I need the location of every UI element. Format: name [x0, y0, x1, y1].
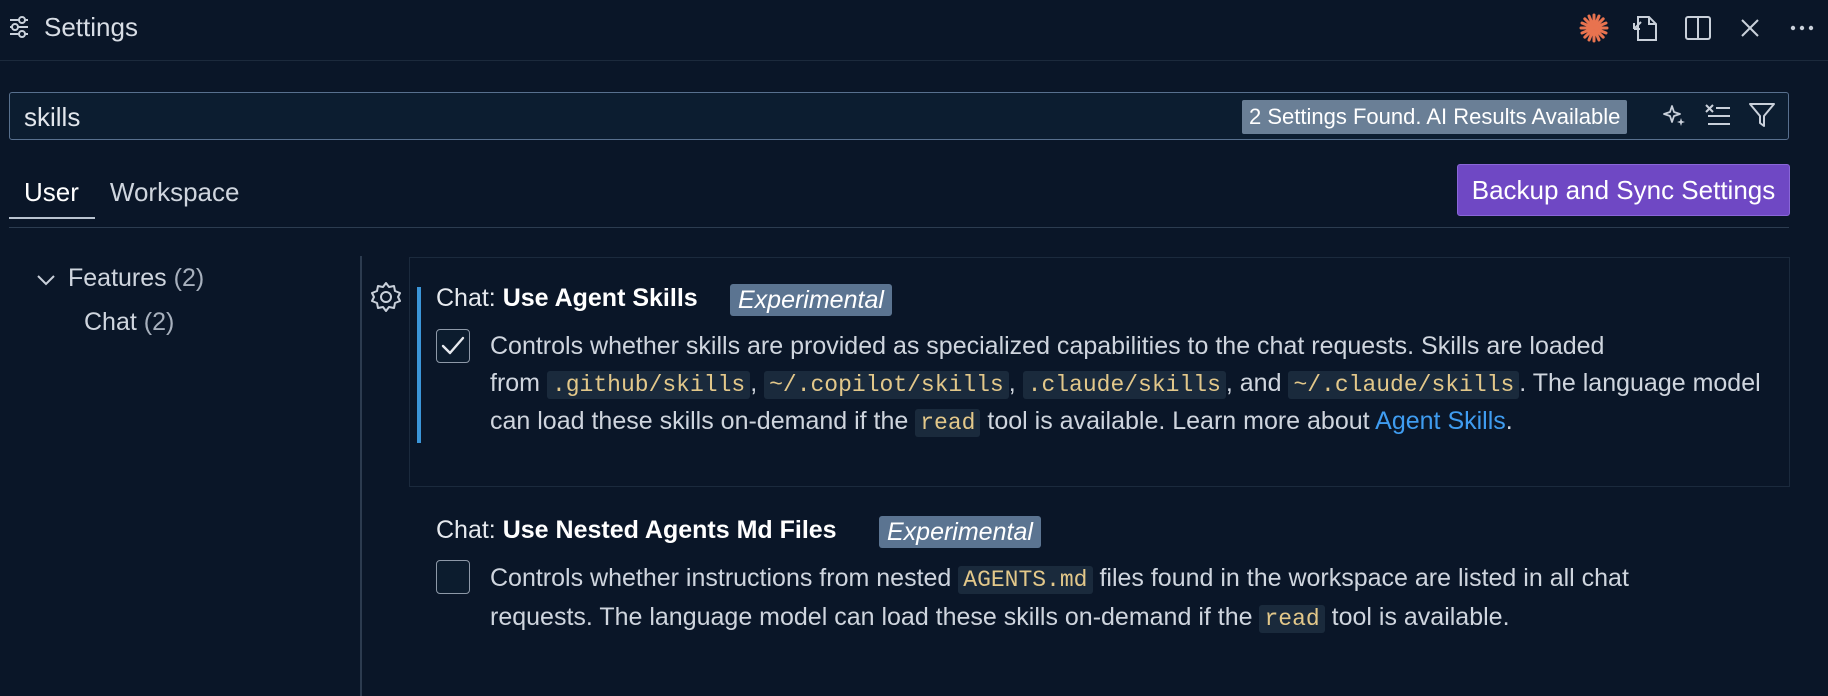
split-editor-button[interactable] — [1672, 8, 1724, 48]
desc-text: from — [490, 368, 547, 397]
settings-scope-tabs: User Workspace — [9, 168, 255, 228]
setting-category: Chat: — [436, 284, 503, 312]
asterisk-button[interactable] — [1568, 8, 1620, 48]
toc-item-features[interactable]: Features (2) — [68, 264, 204, 293]
filter-settings-button[interactable] — [1740, 98, 1784, 136]
desc-text: , — [750, 368, 765, 397]
open-settings-json-icon — [1632, 13, 1660, 43]
desc-text: tool is available. — [1324, 602, 1510, 631]
desc-line: Controls whether instructions from neste… — [490, 560, 1629, 599]
desc-text: . The language model — [1519, 368, 1761, 397]
clear-search-button[interactable] — [1696, 98, 1740, 136]
inline-code: .claude/skills — [1022, 370, 1226, 399]
more-actions-button[interactable] — [1776, 8, 1828, 48]
desc-line: Controls whether skills are provided as … — [490, 328, 1761, 365]
filter-icon — [1748, 101, 1776, 134]
use-agent-skills-checkbox[interactable] — [436, 329, 470, 363]
inline-code: ~/.claude/skills — [1288, 370, 1520, 399]
desc-text: requests. The language model can load th… — [490, 602, 1260, 631]
desc-text: . — [1505, 407, 1513, 435]
editor-tab-title[interactable]: Settings — [44, 12, 138, 43]
setting-name: Use Nested Agents Md Files — [502, 516, 837, 544]
editor-actions — [1568, 8, 1828, 48]
focus-indicator — [417, 287, 421, 443]
experimental-tag: Experimental — [879, 516, 1041, 548]
desc-text: , — [1008, 368, 1023, 397]
backup-and-sync-button[interactable]: Backup and Sync Settings — [1457, 164, 1790, 216]
more-actions-icon — [1790, 24, 1814, 32]
open-settings-json-button[interactable] — [1620, 8, 1672, 48]
tabs-divider — [9, 227, 1789, 228]
desc-line: requests. The language model can load th… — [490, 599, 1629, 638]
desc-text: can load these skills on-demand if the — [490, 407, 916, 435]
desc-text: Controls whether skills are provided as … — [490, 332, 1605, 360]
close-editor-button[interactable] — [1724, 8, 1776, 48]
ai-search-button[interactable] — [1652, 98, 1696, 136]
tab-user[interactable]: User — [9, 168, 95, 219]
setting-category: Chat: — [436, 516, 503, 544]
use-nested-agents-md-checkbox[interactable] — [436, 560, 470, 594]
gear-icon[interactable] — [369, 280, 403, 319]
toc-sash[interactable] — [360, 256, 362, 696]
editor-title-bar: Settings — [0, 0, 1828, 61]
toc-count: (2) — [143, 308, 175, 336]
setting-description: Controls whether skills are provided as … — [490, 328, 1761, 442]
clear-filter-icon — [1704, 102, 1732, 133]
experimental-tag: Experimental — [730, 284, 892, 316]
desc-text: , and — [1225, 368, 1289, 397]
asterisk-icon — [1578, 12, 1610, 44]
chevron-down-icon[interactable] — [36, 273, 56, 292]
toc-count: (2) — [173, 264, 205, 292]
agent-skills-link[interactable]: Agent Skills — [1375, 407, 1506, 435]
inline-code: read — [1259, 604, 1325, 633]
inline-code: read — [915, 409, 981, 437]
desc-line: from .github/skills, ~/.copilot/skills , … — [490, 365, 1761, 404]
close-icon — [1739, 17, 1761, 39]
settings-sliders-icon — [8, 14, 30, 38]
settings-search-input[interactable] — [22, 99, 1226, 135]
tab-workspace[interactable]: Workspace — [95, 168, 256, 219]
sparkle-icon — [1661, 102, 1687, 133]
toc-label: Features — [68, 264, 167, 292]
setting-description: Controls whether instructions from neste… — [490, 560, 1629, 637]
desc-line: can load these skills on-demand if the r… — [490, 403, 1761, 442]
desc-text: files found in the workspace are listed … — [1092, 564, 1629, 592]
inline-code: ~/.copilot/skills — [764, 370, 1009, 399]
setting-title: Chat: Use Agent Skills — [436, 284, 698, 313]
settings-search-box: 2 Settings Found. AI Results Available — [9, 92, 1789, 140]
search-results-count-badge: 2 Settings Found. AI Results Available — [1242, 100, 1628, 134]
desc-text: tool is available. Learn more about — [980, 407, 1376, 435]
desc-text: Controls whether instructions from neste… — [490, 564, 959, 592]
setting-title: Chat: Use Nested Agents Md Files — [436, 516, 837, 545]
inline-code: .github/skills — [546, 370, 751, 399]
toc-label: Chat — [84, 308, 137, 336]
toc-item-chat[interactable]: Chat (2) — [84, 308, 174, 337]
split-editor-icon — [1684, 14, 1712, 42]
inline-code: AGENTS.md — [958, 566, 1093, 594]
setting-name: Use Agent Skills — [502, 284, 698, 312]
search-tools — [1652, 98, 1784, 136]
